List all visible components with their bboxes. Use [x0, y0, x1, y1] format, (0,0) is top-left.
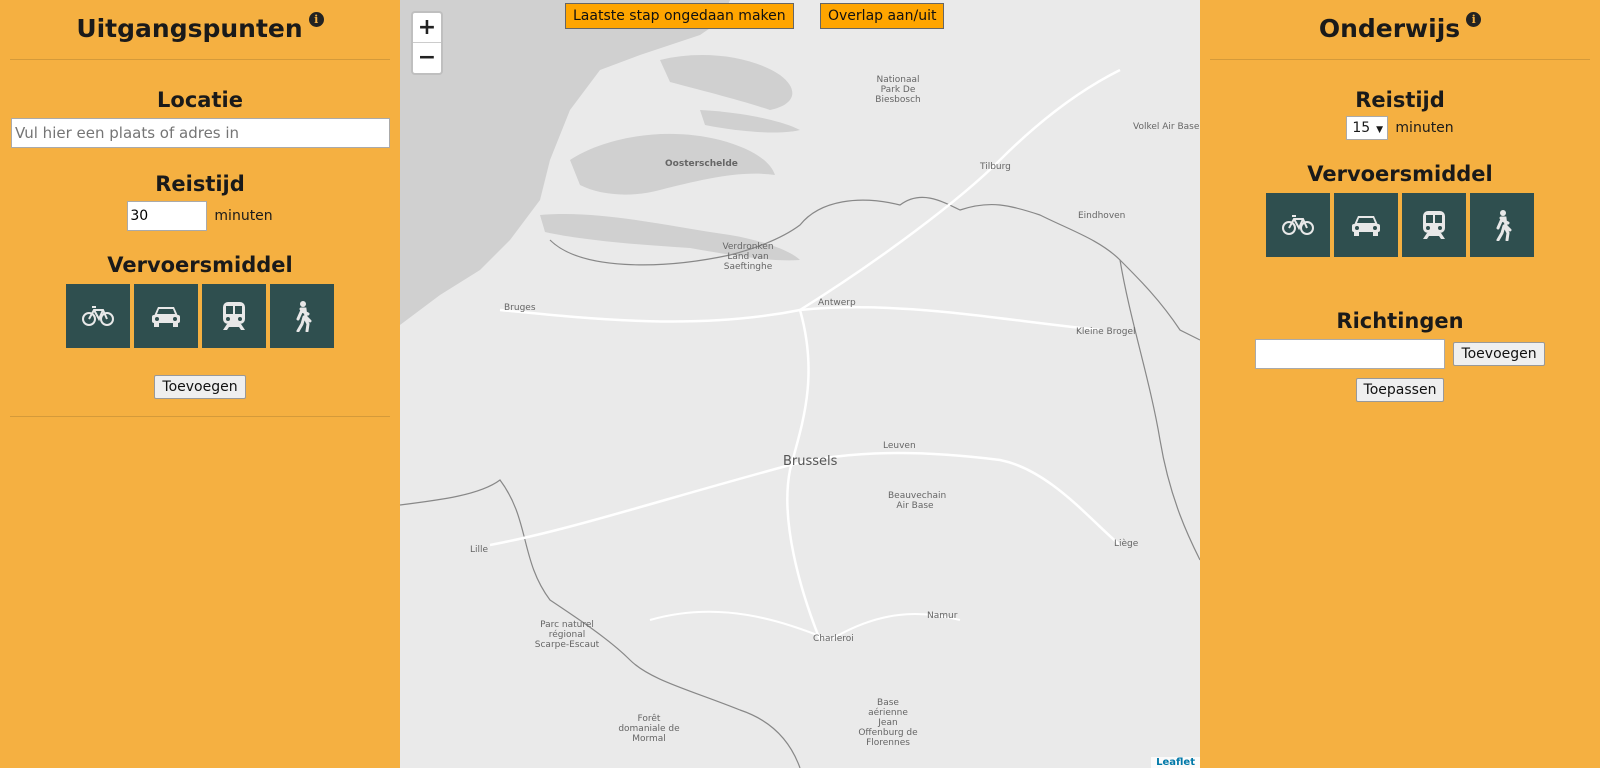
left-panel: Uitgangspunten i Locatie Reistijd minuten… — [0, 0, 400, 768]
right-bicycle-button[interactable] — [1266, 193, 1330, 257]
travel-time-selected: 15 — [1352, 120, 1371, 136]
map-label-liege: Liège — [1114, 539, 1139, 549]
travel-time-select[interactable]: 15 ▼ — [1346, 116, 1389, 140]
location-row — [0, 112, 400, 148]
overlap-toggle-button[interactable]: Overlap aan/uit — [820, 3, 945, 29]
walk-icon — [1496, 210, 1512, 241]
map-label-leuven: Leuven — [883, 441, 916, 451]
left-travel-row: minuten — [0, 201, 400, 231]
map-label-verdronken: Verdronken Land van Saeftinghe — [722, 242, 774, 272]
left-walk-button[interactable] — [270, 284, 334, 348]
right-transport-title: Vervoersmiddel — [1307, 162, 1493, 186]
train-icon — [1423, 211, 1445, 239]
directions-row: Toevoegen — [1200, 339, 1600, 369]
info-icon[interactable]: i — [308, 12, 324, 27]
map-label-eindhoven: Eindhoven — [1078, 211, 1126, 221]
walk-icon — [296, 301, 312, 332]
chevron-down-icon: ▼ — [1376, 125, 1384, 135]
map-label-kleine-brogel: Kleine Brogel — [1076, 327, 1136, 337]
divider — [1210, 59, 1590, 60]
map-label-bruges: Bruges — [504, 303, 536, 313]
divider — [10, 416, 390, 417]
left-transport-title: Vervoersmiddel — [107, 253, 293, 277]
right-travel-title: Reistijd — [1355, 88, 1445, 112]
right-minutes-label: minuten — [1395, 120, 1454, 136]
map-label-namur: Namur — [927, 611, 958, 621]
travel-time-input[interactable] — [127, 201, 208, 231]
bicycle-icon — [1282, 215, 1314, 235]
train-icon — [223, 302, 245, 330]
directions-add-button[interactable]: Toevoegen — [1453, 342, 1545, 366]
location-input[interactable] — [11, 118, 390, 148]
map-label-florennes: Base aérienne Jean Offenburg de Florenne… — [858, 698, 918, 748]
apply-row: Toepassen — [1200, 378, 1600, 402]
right-car-button[interactable] — [1334, 193, 1398, 257]
map-label-mormal: Forêt domaniale de Mormal — [618, 714, 680, 744]
right-train-button[interactable] — [1402, 193, 1466, 257]
map-label-lille: Lille — [470, 545, 489, 555]
undo-button[interactable]: Laatste stap ongedaan maken — [565, 3, 794, 29]
left-transport-row — [0, 284, 400, 348]
map-label-beauvechain: Beauvechain Air Base — [888, 491, 947, 511]
map-label-scarpe: Parc naturel régional Scarpe-Escaut — [534, 620, 600, 650]
zoom-out-button[interactable]: − — [413, 43, 441, 73]
location-title: Locatie — [157, 88, 243, 112]
zoom-in-button[interactable]: + — [413, 13, 441, 43]
directions-input[interactable] — [1255, 339, 1446, 369]
right-title-text: Onderwijs — [1318, 14, 1461, 43]
left-travel-title: Reistijd — [155, 172, 245, 196]
map-label-tilburg: Tilburg — [980, 162, 1011, 172]
apply-button[interactable]: Toepassen — [1355, 378, 1445, 402]
left-add-row: Toevoegen — [0, 375, 400, 399]
car-icon — [1352, 216, 1380, 236]
bicycle-icon — [82, 306, 114, 326]
left-minutes-label: minuten — [214, 208, 273, 224]
zoom-control: + − — [411, 11, 443, 75]
map[interactable]: + − Laatste stap ongedaan maken Overlap … — [400, 0, 1200, 768]
add-button[interactable]: Toevoegen — [154, 375, 246, 399]
right-panel-title: Onderwijs i — [1200, 0, 1600, 59]
map-label-brussels: Brussels — [783, 454, 838, 469]
car-icon — [152, 307, 180, 327]
map-attribution-link[interactable]: Leaflet — [1151, 757, 1200, 768]
map-label-volkel: Volkel Air Base — [1133, 122, 1200, 132]
map-label-oosterschelde: Oosterschelde — [665, 159, 738, 169]
directions-title: Richtingen — [1336, 309, 1464, 333]
right-travel-row: 15 ▼ minuten — [1200, 116, 1600, 140]
left-train-button[interactable] — [202, 284, 266, 348]
left-bicycle-button[interactable] — [66, 284, 130, 348]
left-car-button[interactable] — [134, 284, 198, 348]
map-label-charleroi: Charleroi — [813, 634, 854, 644]
map-canvas[interactable] — [400, 0, 1200, 768]
map-label-antwerp: Antwerp — [818, 298, 856, 308]
right-transport-row — [1200, 193, 1600, 257]
right-walk-button[interactable] — [1470, 193, 1534, 257]
right-panel: Onderwijs i Reistijd 15 ▼ minuten Vervoers… — [1200, 0, 1600, 768]
divider — [10, 59, 390, 60]
left-title-text: Uitgangspunten — [76, 14, 303, 43]
map-label-biesbosch: Nationaal Park De Biesbosch — [875, 75, 921, 105]
left-panel-title: Uitgangspunten i — [0, 0, 400, 59]
info-icon[interactable]: i — [1466, 12, 1482, 27]
